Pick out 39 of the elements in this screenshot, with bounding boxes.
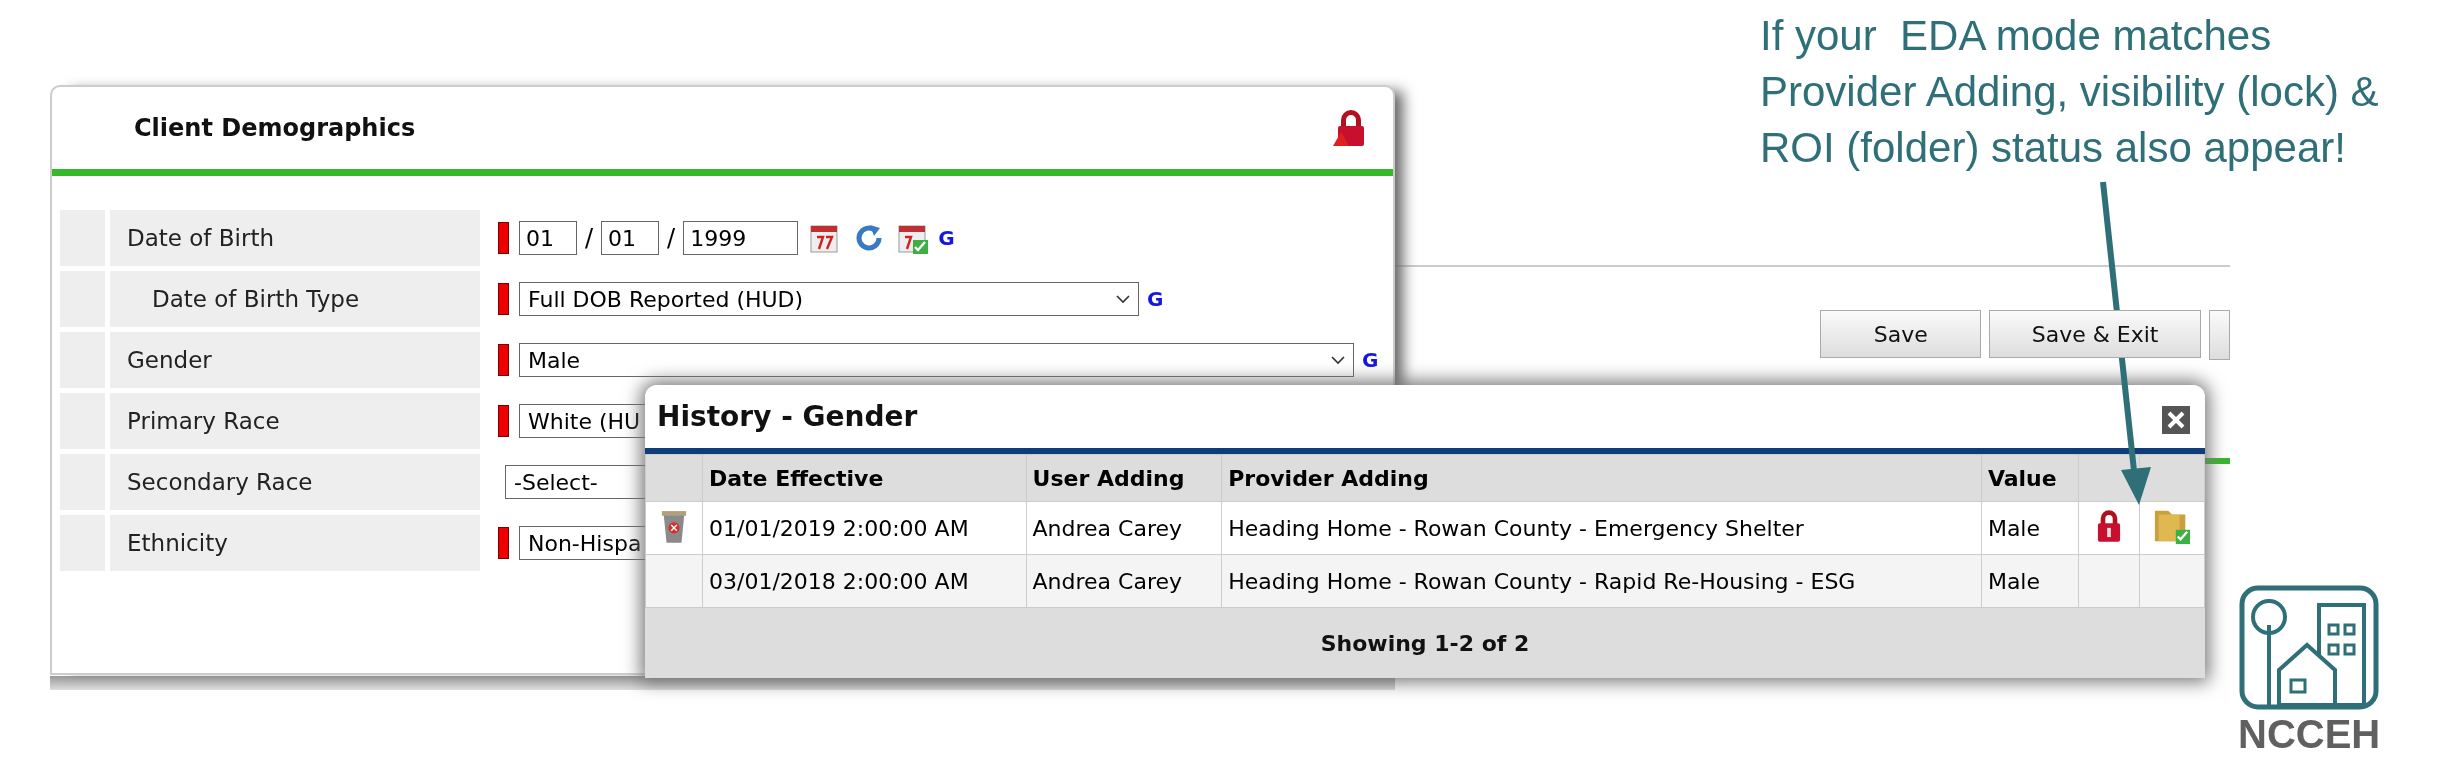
table-cell: 01/01/2019 2:00:00 AM (702, 501, 1026, 555)
house-tree-icon (2239, 585, 2380, 710)
logo-text: NCCEH (2238, 712, 2381, 756)
caret-icon[interactable] (1331, 355, 1345, 365)
annotation-text: If your EDA mode matches Provider Adding, visibility (lock) & ROI (folder) status also appear! (1760, 11, 2380, 173)
table-cell: Heading Home - Rowan County - Emergency Shelter (1221, 501, 1982, 555)
g-link[interactable]: G (938, 226, 955, 250)
field-label: Date of Birth (110, 210, 480, 266)
field-label: Date of Birth Type (110, 271, 480, 327)
column-header: Provider Adding (1221, 454, 1982, 502)
close-icon[interactable] (2161, 404, 2191, 435)
column-header: User Adding (1026, 454, 1222, 502)
dropdown[interactable]: Full DOB Reported (HUD) (519, 282, 1139, 316)
field-label: Ethnicity (110, 515, 480, 571)
date-input[interactable]: 01 (601, 221, 660, 255)
field-label: Gender (110, 332, 480, 388)
table-cell: Male (1981, 501, 2079, 555)
pagination-status: Showing 1-2 of 2 (1319, 629, 1531, 658)
table-cell: Male (1981, 554, 2079, 608)
caret-icon[interactable] (1116, 294, 1130, 304)
field-label: Secondary Race (110, 454, 480, 510)
g-link[interactable]: G (1147, 287, 1164, 311)
g-link[interactable]: G (1362, 348, 1379, 372)
table-cell: Andrea Carey (1026, 501, 1222, 555)
date-input[interactable]: 1999 (683, 221, 799, 255)
panel-title: Client Demographics (134, 114, 416, 142)
save-button[interactable]: Save (1820, 310, 1982, 358)
save-button[interactable]: Save & Exit (1989, 310, 2201, 358)
table-cell: 03/01/2018 2:00:00 AM (702, 554, 1026, 608)
date-input[interactable]: 01 (519, 221, 577, 255)
table-cell: Heading Home - Rowan County - Rapid Re-Housing - ESG (1221, 554, 1982, 608)
field-label: Primary Race (110, 393, 480, 449)
dialog-title: History - Gender (657, 400, 918, 433)
date-separator: / (585, 224, 594, 252)
column-header: Date Effective (702, 454, 1026, 502)
column-header: Value (1981, 454, 2079, 502)
date-separator: / (667, 224, 676, 252)
dropdown[interactable]: Male (519, 343, 1354, 377)
table-cell: Andrea Carey (1026, 554, 1222, 608)
